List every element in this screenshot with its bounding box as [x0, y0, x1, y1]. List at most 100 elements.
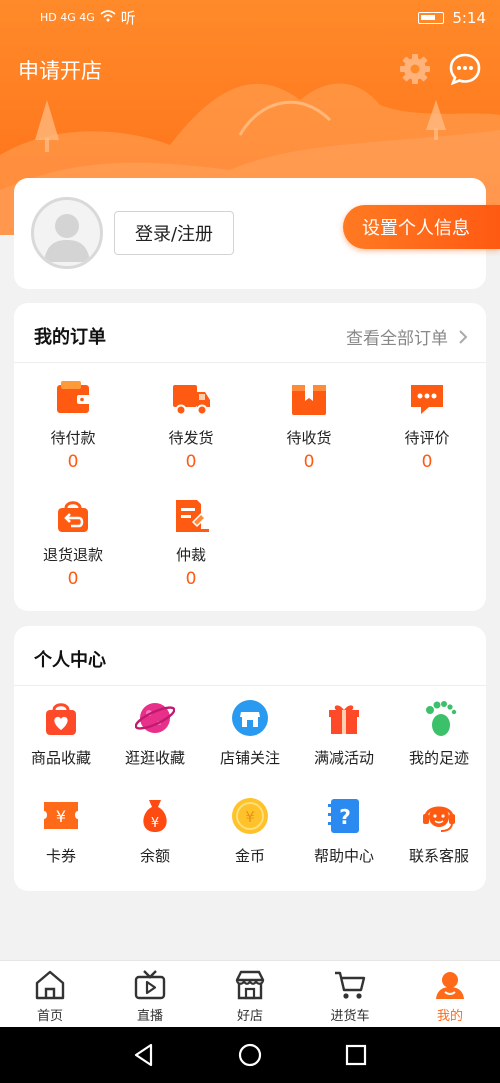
tab-label: 我的 — [436, 1009, 463, 1024]
tab-mine[interactable]: 我的 — [400, 969, 500, 1024]
status-bar: HD 4G 4G 听 5:14 — [0, 0, 500, 38]
set-personal-info-button[interactable]: 设置个人信息 — [343, 205, 500, 249]
store-following[interactable]: 店铺关注 — [203, 698, 297, 768]
discount-activities[interactable]: 满减活动 — [297, 698, 391, 768]
center-item-label: 商品收藏 — [30, 749, 91, 767]
order-item-label: 待付款 — [50, 429, 96, 447]
tab-home[interactable]: 首页 — [0, 969, 100, 1024]
system-navigation-bar — [0, 1027, 500, 1083]
order-item-count: 0 — [421, 452, 433, 472]
home-icon — [35, 970, 65, 1000]
store-icon — [232, 700, 268, 736]
gift-icon — [329, 705, 359, 734]
avatar[interactable] — [31, 197, 103, 269]
svg-text:?: ? — [339, 805, 351, 829]
order-item-label: 待发货 — [168, 429, 214, 447]
balance[interactable]: ¥ 余额 — [108, 796, 202, 866]
view-all-orders-label: 查看全部订单 — [346, 329, 448, 349]
product-favorites[interactable]: 商品收藏 — [14, 698, 108, 768]
default-avatar-icon — [44, 214, 90, 262]
coupons[interactable]: ¥ 卡券 — [14, 796, 108, 866]
live-tv-icon — [134, 970, 166, 1000]
order-arbitration[interactable]: 仲裁 0 — [141, 496, 241, 589]
coupon-icon: ¥ — [44, 802, 78, 829]
orders-header: 我的订单 查看全部订单 — [14, 303, 486, 363]
help-book-icon: ? — [328, 799, 359, 833]
battery-icon — [418, 12, 445, 24]
home-circle-icon[interactable] — [236, 1041, 264, 1069]
center-item-label: 余额 — [139, 847, 170, 865]
order-item-count: 0 — [303, 452, 315, 472]
tab-label: 首页 — [36, 1009, 63, 1024]
recents-icon[interactable] — [342, 1041, 370, 1069]
center-item-label: 我的足迹 — [408, 749, 469, 767]
tab-label: 进货车 — [330, 1009, 370, 1024]
center-item-label: 卡券 — [45, 847, 76, 865]
headset-icon — [423, 806, 455, 832]
svg-text:¥: ¥ — [151, 816, 159, 831]
tab-good-shops[interactable]: 好店 — [200, 969, 300, 1024]
back-icon[interactable] — [130, 1041, 158, 1069]
clock: 5:14 — [452, 9, 486, 27]
order-item-label: 退货退款 — [42, 546, 103, 564]
order-item-count: 0 — [185, 569, 197, 589]
planet-icon — [135, 703, 175, 733]
cart-icon — [335, 971, 366, 999]
arbitration-icon — [176, 500, 209, 532]
order-item-count: 0 — [67, 452, 79, 472]
personal-center-header: 个人中心 — [14, 626, 486, 686]
svg-text:¥: ¥ — [245, 808, 255, 826]
center-item-label: 金币 — [234, 847, 265, 865]
tab-label: 直播 — [136, 1009, 163, 1024]
my-footprints[interactable]: 我的足迹 — [392, 698, 486, 768]
apply-store-link[interactable]: 申请开店 — [18, 55, 102, 85]
gear-icon[interactable] — [398, 52, 432, 86]
box-icon — [292, 385, 326, 415]
login-register-button[interactable]: 登录/注册 — [114, 211, 234, 255]
view-all-orders-link[interactable]: 查看全部订单 — [346, 324, 468, 349]
coin-icon: ¥ — [232, 798, 268, 834]
wallet-icon — [57, 381, 91, 413]
help-center[interactable]: ? 帮助中心 — [297, 796, 391, 866]
my-orders-card: 我的订单 查看全部订单 待付款 0 待发货 0 待收货 0 待评价 0 退货退款… — [14, 303, 486, 611]
network-indicators: HD 4G 4G 听 — [40, 7, 136, 28]
status-right: 5:14 — [418, 9, 486, 27]
personal-center-title: 个人中心 — [34, 650, 106, 671]
personal-center-card: 个人中心 商品收藏 逛逛收藏 店铺关注 满减活动 我的足迹 ¥ 卡券 ¥ 余额 … — [14, 626, 486, 891]
comment-icon — [411, 385, 443, 414]
order-item-label: 待收货 — [286, 429, 332, 447]
chevron-right-icon — [459, 329, 468, 344]
tab-purchase-cart[interactable]: 进货车 — [300, 969, 400, 1024]
order-item-count: 0 — [67, 569, 79, 589]
return-bag-icon — [58, 501, 88, 532]
center-item-label: 店铺关注 — [219, 749, 280, 767]
footprint-icon — [426, 701, 457, 736]
center-item-label: 帮助中心 — [313, 847, 374, 865]
svg-text:¥: ¥ — [56, 807, 66, 826]
center-item-label: 联系客服 — [408, 847, 469, 865]
order-returns-refunds[interactable]: 退货退款 0 — [23, 496, 123, 589]
browse-favorites[interactable]: 逛逛收藏 — [108, 698, 202, 768]
heart-bag-icon — [46, 703, 76, 735]
order-item-label: 仲裁 — [175, 546, 206, 564]
contact-support[interactable]: 联系客服 — [392, 796, 486, 866]
order-item-label: 待评价 — [404, 429, 450, 447]
order-pending-review[interactable]: 待评价 0 — [377, 379, 477, 472]
tab-live[interactable]: 直播 — [100, 969, 200, 1024]
center-item-label: 逛逛收藏 — [124, 749, 185, 767]
bottom-tab-bar: 首页 直播 好店 进货车 我的 — [0, 960, 500, 1027]
order-pending-payment[interactable]: 待付款 0 — [23, 379, 123, 472]
audio-indicator: 听 — [120, 9, 136, 27]
orders-title: 我的订单 — [34, 327, 106, 348]
shop-icon — [235, 970, 265, 1000]
profile-icon — [436, 972, 464, 999]
money-bag-icon: ¥ — [143, 800, 167, 832]
center-item-label: 满减活动 — [313, 749, 374, 767]
order-pending-receipt[interactable]: 待收货 0 — [259, 379, 359, 472]
wifi-icon — [100, 10, 116, 25]
tab-label: 好店 — [236, 1009, 263, 1024]
chat-bubble-icon[interactable] — [448, 52, 482, 86]
gold-coins[interactable]: ¥ 金币 — [203, 796, 297, 866]
truck-icon — [173, 385, 210, 416]
order-pending-shipment[interactable]: 待发货 0 — [141, 379, 241, 472]
